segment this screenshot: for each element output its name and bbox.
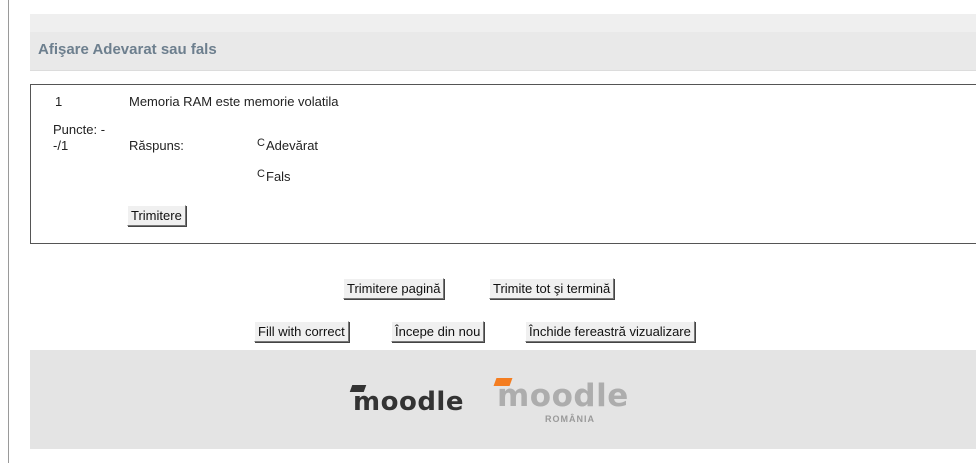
restart-button[interactable]: Începe din nou bbox=[391, 321, 485, 342]
submit-all-finish-button[interactable]: Trimite tot şi termină bbox=[489, 278, 615, 299]
option-adevarat[interactable]: C Adevărat bbox=[257, 137, 319, 153]
grade-label: Puncte: - bbox=[53, 122, 106, 137]
page-header: Afişare Adevarat sau fals bbox=[30, 32, 976, 71]
mortarboard-icon bbox=[349, 385, 367, 392]
answer-label: Răspuns: bbox=[129, 138, 184, 153]
top-band bbox=[30, 14, 976, 32]
radio-adevarat[interactable]: C bbox=[257, 137, 266, 148]
moodle-logo[interactable]: moodle bbox=[349, 385, 464, 417]
moodle-romania-logo-text: moodle bbox=[497, 378, 629, 414]
option-adevarat-label: Adevărat bbox=[266, 138, 319, 153]
grade-value: -/1 bbox=[53, 138, 69, 153]
radio-fals[interactable]: C bbox=[257, 168, 266, 179]
question-number: 1 bbox=[55, 94, 63, 109]
question-text: Memoria RAM este memorie volatila bbox=[129, 94, 339, 109]
option-fals-label: Fals bbox=[266, 169, 291, 184]
orange-mortarboard-icon bbox=[493, 378, 513, 386]
romania-subtitle: ROMÂNIA bbox=[545, 414, 595, 424]
option-fals[interactable]: C Fals bbox=[257, 168, 291, 184]
submit-question-button[interactable]: Trimitere bbox=[127, 205, 186, 226]
fill-correct-button[interactable]: Fill with correct bbox=[254, 321, 349, 342]
footer: moodle moodle ROMÂNIA bbox=[30, 350, 976, 449]
submit-page-button[interactable]: Trimitere pagină bbox=[343, 278, 445, 299]
moodle-romania-logo[interactable]: moodle bbox=[493, 378, 629, 414]
question-box: 1 Memoria RAM este memorie volatila Punc… bbox=[30, 84, 976, 244]
moodle-logo-text: moodle bbox=[353, 387, 464, 417]
page-title: Afişare Adevarat sau fals bbox=[38, 41, 217, 58]
close-preview-button[interactable]: Închide fereastră vizualizare bbox=[525, 321, 695, 342]
page-left-border bbox=[8, 0, 9, 463]
question-grade: Puncte: - -/1 bbox=[53, 122, 105, 154]
